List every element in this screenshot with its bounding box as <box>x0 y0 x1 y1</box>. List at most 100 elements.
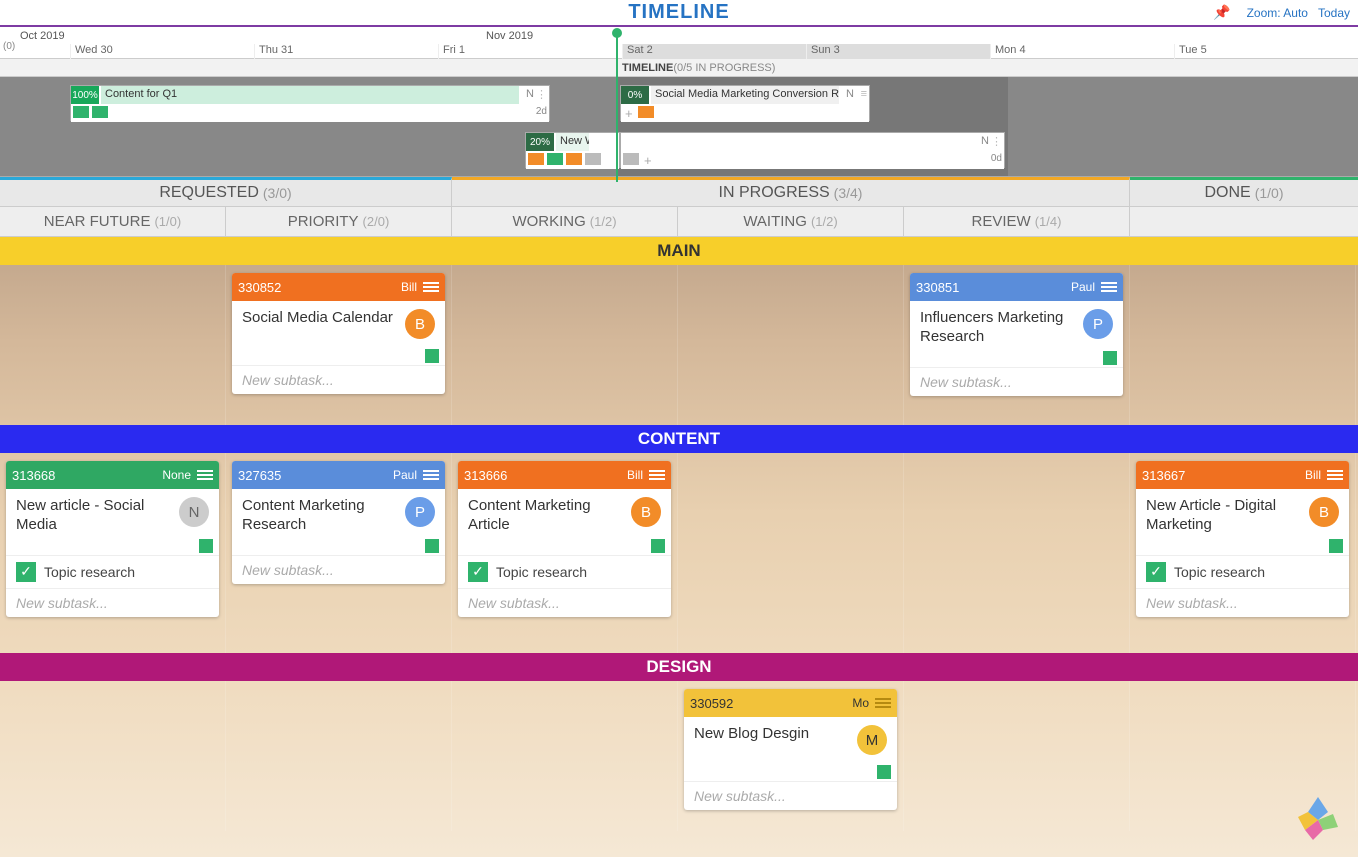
card-title: Social Media Calendar <box>242 309 397 345</box>
plus-icon[interactable]: + <box>642 153 654 167</box>
cell[interactable] <box>678 453 904 653</box>
col-near-future[interactable]: NEAR FUTURE (1/0) <box>0 207 226 236</box>
task-title: Social Media Marketing Conversion Rate <box>651 86 839 104</box>
ruler-day: Tue 5 <box>1174 44 1358 59</box>
new-subtask-input[interactable]: New subtask... <box>232 555 445 584</box>
new-subtask-input[interactable]: New subtask... <box>232 365 445 394</box>
card[interactable]: 327635 Paul Content Marketing Research P… <box>232 461 445 584</box>
col-count: (1/4) <box>1035 214 1062 229</box>
task-menu-icon[interactable]: ⋮ <box>991 135 1002 148</box>
cell[interactable] <box>678 265 904 425</box>
hamburger-icon[interactable] <box>649 470 665 480</box>
avatar[interactable]: P <box>1083 309 1113 339</box>
task-menu-icon[interactable]: ≡ <box>861 88 867 100</box>
task-subrow: + 0d <box>621 151 1004 169</box>
check-icon[interactable]: ✓ <box>1146 562 1166 582</box>
avatar[interactable]: B <box>405 309 435 339</box>
card-title: Content Marketing Article <box>468 497 623 535</box>
task-menu-icon[interactable]: ⋮ <box>536 88 547 101</box>
subtask-row[interactable]: ✓ Topic research <box>1136 555 1349 588</box>
cell[interactable] <box>904 453 1130 653</box>
new-subtask-input[interactable]: New subtask... <box>684 781 897 810</box>
check-icon[interactable]: ✓ <box>16 562 36 582</box>
avatar[interactable]: P <box>405 497 435 527</box>
col-label: WAITING <box>743 213 807 230</box>
card[interactable]: 330851 Paul Influencers Marketing Resear… <box>910 273 1123 396</box>
cell[interactable] <box>904 681 1130 831</box>
col-priority[interactable]: PRIORITY (2/0) <box>226 207 452 236</box>
cell[interactable]: 330592 Mo New Blog Desgin M New subtask.… <box>678 681 904 831</box>
card-header: 313666 Bill <box>458 461 671 489</box>
task-assignee: N <box>526 88 534 100</box>
col-waiting[interactable]: WAITING (1/2) <box>678 207 904 236</box>
col-requested[interactable]: REQUESTED (3/0) <box>0 177 452 206</box>
cell[interactable]: 330852 Bill Social Media Calendar B New … <box>226 265 452 425</box>
hamburger-icon[interactable] <box>423 470 439 480</box>
timeline-status: TIMELINE (0/5 IN PROGRESS) <box>0 59 1358 77</box>
cell[interactable] <box>452 265 678 425</box>
cell[interactable]: 313666 Bill Content Marketing Article B … <box>452 453 678 653</box>
avatar[interactable]: B <box>1309 497 1339 527</box>
col-done[interactable]: DONE (1/0) <box>1130 177 1358 206</box>
cell[interactable] <box>452 681 678 831</box>
card-assignee-name: Mo <box>852 696 869 710</box>
avatar[interactable]: B <box>631 497 661 527</box>
plus-icon[interactable]: + <box>623 106 635 120</box>
gantt-task[interactable]: N ⋮ + 0d <box>620 132 1005 168</box>
card[interactable]: 330592 Mo New Blog Desgin M New subtask.… <box>684 689 897 810</box>
cell[interactable]: 330851 Paul Influencers Marketing Resear… <box>904 265 1130 425</box>
hamburger-icon[interactable] <box>875 698 891 708</box>
check-icon[interactable]: ✓ <box>468 562 488 582</box>
card-assignee-name: Paul <box>393 468 417 482</box>
hamburger-icon[interactable] <box>197 470 213 480</box>
col-count: (1/0) <box>1255 185 1284 201</box>
gantt-task[interactable]: 100% Content for Q1 N ⋮ 2d <box>70 85 550 121</box>
gantt-task[interactable]: 20% New Website <box>525 132 620 168</box>
task-chip <box>528 153 544 165</box>
card[interactable]: 313668 None New article - Social Media N… <box>6 461 219 617</box>
col-label: PRIORITY <box>288 213 359 230</box>
cell[interactable]: 327635 Paul Content Marketing Research P… <box>226 453 452 653</box>
card[interactable]: 313667 Bill New Article - Digital Market… <box>1136 461 1349 617</box>
cell[interactable]: 313668 None New article - Social Media N… <box>0 453 226 653</box>
card-header: 313668 None <box>6 461 219 489</box>
columns-top: REQUESTED (3/0) IN PROGRESS (3/4) DONE (… <box>0 177 1358 207</box>
hamburger-icon[interactable] <box>1327 470 1343 480</box>
new-subtask-input[interactable]: New subtask... <box>1136 588 1349 617</box>
col-working[interactable]: WORKING (1/2) <box>452 207 678 236</box>
col-inprogress[interactable]: IN PROGRESS (3/4) <box>452 177 1130 206</box>
cell[interactable] <box>226 681 452 831</box>
gantt-task[interactable]: 0% Social Media Marketing Conversion Rat… <box>620 85 870 121</box>
subtask-row[interactable]: ✓ Topic research <box>458 555 671 588</box>
new-subtask-input[interactable]: New subtask... <box>458 588 671 617</box>
cell[interactable]: 313667 Bill New Article - Digital Market… <box>1130 453 1356 653</box>
task-percent: 20% <box>526 133 554 151</box>
hamburger-icon[interactable] <box>1101 282 1117 292</box>
subtask-row[interactable]: ✓ Topic research <box>6 555 219 588</box>
cell[interactable] <box>0 681 226 831</box>
timeline-ruler: (0) Oct 2019 Nov 2019 Wed 30 Thu 31 Fri … <box>0 27 1358 59</box>
today-button[interactable]: Today <box>1318 6 1350 20</box>
avatar[interactable]: N <box>179 497 209 527</box>
swimlane-design[interactable]: DESIGN <box>0 653 1358 681</box>
cell[interactable] <box>1130 265 1356 425</box>
cell[interactable] <box>0 265 226 425</box>
pin-icon[interactable]: 📌 <box>1213 4 1230 21</box>
zoom-button[interactable]: Zoom: Auto <box>1247 6 1308 20</box>
hamburger-icon[interactable] <box>423 282 439 292</box>
col-review[interactable]: REVIEW (1/4) <box>904 207 1130 236</box>
avatar[interactable]: M <box>857 725 887 755</box>
task-chip <box>585 153 601 165</box>
task-chip <box>92 106 108 118</box>
card-header: 313667 Bill <box>1136 461 1349 489</box>
header: TIMELINE 📌 Zoom: Auto Today <box>0 0 1358 27</box>
task-chip <box>623 153 639 165</box>
card-body: New article - Social Media N <box>6 489 219 539</box>
task-assignee: N <box>846 88 854 100</box>
new-subtask-input[interactable]: New subtask... <box>6 588 219 617</box>
new-subtask-input[interactable]: New subtask... <box>910 367 1123 396</box>
swimlane-main[interactable]: MAIN <box>0 237 1358 265</box>
card[interactable]: 313666 Bill Content Marketing Article B … <box>458 461 671 617</box>
swimlane-content[interactable]: CONTENT <box>0 425 1358 453</box>
card[interactable]: 330852 Bill Social Media Calendar B New … <box>232 273 445 394</box>
